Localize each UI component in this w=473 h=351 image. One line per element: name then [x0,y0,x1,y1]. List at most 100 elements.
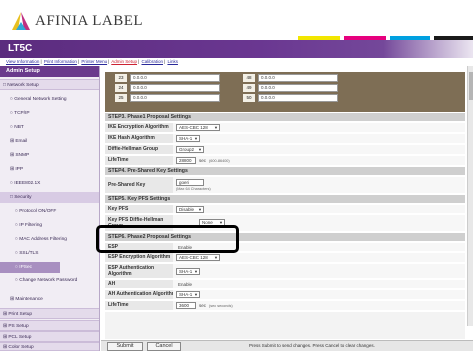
sidebar-item-color-setup[interactable]: ⊞ Color Setup [0,342,99,351]
lifetime-range-note: (600-86400) [209,159,230,163]
sidebar-item-snmp[interactable]: ⊞ SNMP [0,150,99,161]
sidebar-item-pcl-setup[interactable]: ⊞ PCL Setup [0,331,99,342]
section-step5: STEP5. Key PFS Settings [105,195,465,204]
link-view-information[interactable]: View Information [6,59,39,64]
row-number: 49 [243,84,255,92]
sidebar-item-ieee8021x[interactable]: ○ IEEE802.1X [0,178,99,189]
lifetime-input[interactable]: 28800 [176,157,196,164]
setting-esp-authentication: ESP Authentication Algorithm SHA-1 ▼ [105,264,465,279]
row-number: 23 [115,74,127,82]
setting-pre-shared-key: Pre-Shared Key goeri (Max 64 Characters) [105,177,465,194]
chevron-down-icon: ▼ [198,207,202,212]
sidebar-item-print-setup[interactable]: ⊞ Print Setup [0,308,99,319]
section-step4: STEP4. Pre-Shared Key Settings [105,167,465,176]
esp-encryption-label: ESP Encryption Algorithm [108,254,171,260]
row-number: 25 [115,94,127,102]
sidebar-item-tcpip[interactable]: ○ TCP/IP [0,108,99,119]
ah-authentication-label: AH Authentication Algorithm [108,291,177,297]
ip-address-field[interactable]: 0.0.0.0 [258,84,338,92]
chevron-down-icon: ▼ [194,136,198,141]
ip-address-field[interactable]: 0.0.0.0 [130,94,220,102]
main-content: 23 0.0.0.0 48 0.0.0.0 24 0.0.0.0 49 0.0.… [101,66,473,351]
chevron-down-icon: ▼ [194,292,198,297]
setting-ike-hash: IKE Hash Algorithm SHA-1 ▼ [105,134,465,144]
key-pfs-label: Key PFS [108,206,129,212]
pre-shared-key-input[interactable]: goeri [176,179,204,186]
page-header: AFINIA LABEL [0,0,473,40]
sidebar-item-ip-filtering[interactable]: ○ IP Filtering [0,220,99,231]
sidebar-item-ipp[interactable]: ⊞ IPP [0,164,99,175]
esp-encryption-select[interactable]: AES-CBC 128 ▼ [176,254,220,261]
lifetime-label: LifeTime [108,157,129,163]
sidebar-item-protocol-onoff[interactable]: ○ Protocol ON/OFF [0,206,99,217]
sidebar-item-security[interactable]: □ Security [0,192,99,203]
window-title: LT5C [8,43,33,54]
chevron-down-icon: ▼ [214,255,218,260]
logo-text: AFINIA LABEL [35,12,144,29]
ip-address-field[interactable]: 0.0.0.0 [130,74,220,82]
lifetime-label: LifeTime [108,302,129,308]
ike-hash-select[interactable]: SHA-1 ▼ [176,135,200,142]
row-number: 48 [243,74,255,82]
dh-group-select[interactable]: Group2 ▼ [176,146,204,153]
link-links[interactable]: Links [167,59,178,64]
cancel-button[interactable]: Cancel [147,342,181,351]
sidebar: Admin Setup □ Network Setup ○ General Ne… [0,66,100,351]
dh-group-label: Diffie-Hellman Group [108,146,159,152]
main-scrollbar[interactable] [467,66,473,326]
esp-authentication-label: ESP Authentication Algorithm [108,265,155,277]
link-admin-setup[interactable]: Admin Setup [111,59,137,64]
chevron-down-icon: ▼ [194,269,198,274]
chevron-down-icon: ▼ [214,125,218,130]
ah-authentication-select[interactable]: SHA-1 ▼ [176,291,200,298]
sidebar-item-ipsec[interactable]: ○ IPSec [0,262,60,273]
ah-label: AH [108,281,116,287]
setting-lifetime-2: LifeTime 3600 sec (sec seconds) [105,301,465,311]
ip-address-field[interactable]: 0.0.0.0 [258,94,338,102]
scrollbar-thumb[interactable] [469,72,473,100]
ip-address-table: 23 0.0.0.0 48 0.0.0.0 24 0.0.0.0 49 0.0.… [105,72,465,112]
sidebar-item-network-setup[interactable]: □ Network Setup [0,79,99,90]
sidebar-item-ssl-tls[interactable]: ○ SSL/TLS [0,248,99,259]
pre-shared-key-note: (Max 64 Characters) [176,187,211,191]
submit-button[interactable]: Submit [107,342,143,351]
sidebar-item-ps-setup[interactable]: ⊞ PS Setup [0,320,99,331]
table-row: 23 0.0.0.0 48 0.0.0.0 [105,73,465,83]
ike-encryption-label: IKE Encryption Algorithm [108,124,169,130]
highlight-box [96,225,239,253]
setting-dh-group: Diffie-Hellman Group Group2 ▼ [105,145,465,155]
table-row: 25 0.0.0.0 50 0.0.0.0 [105,93,465,103]
key-pfs-select[interactable]: Disable ▼ [176,206,204,213]
sidebar-item-email[interactable]: ⊞ Email [0,136,99,147]
afinia-logo: AFINIA LABEL [10,9,143,33]
setting-ah-authentication: AH Authentication Algorithm SHA-1 ▼ [105,290,465,300]
esp-authentication-select[interactable]: SHA-1 ▼ [176,268,200,275]
ip-address-field[interactable]: 0.0.0.0 [130,84,220,92]
ip-address-field[interactable]: 0.0.0.0 [258,74,338,82]
setting-key-pfs: Key PFS Disable ▼ [105,205,465,214]
setting-ah: AH Enable [105,280,465,289]
ah-value: Enable [178,282,193,287]
sidebar-item-maintenance[interactable]: ⊞ Maintenance [0,294,99,305]
chevron-down-icon: ▼ [198,147,202,152]
sidebar-item-nbt[interactable]: ○ NBT [0,122,99,133]
link-printer-menu[interactable]: Printer Menu [81,59,107,64]
lifetime-range-note: (sec seconds) [209,304,233,308]
sidebar-item-mac-address-filtering[interactable]: ○ MAC Address Filtering [0,234,99,245]
setting-ike-encryption: IKE Encryption Algorithm AES-CBC 128 ▼ [105,123,465,133]
link-calibration[interactable]: Calibration [141,59,163,64]
setting-esp-encryption: ESP Encryption Algorithm AES-CBC 128 ▼ [105,253,465,263]
ike-encryption-select[interactable]: AES-CBC 128 ▼ [176,124,220,131]
ike-hash-label: IKE Hash Algorithm [108,135,155,141]
link-print-information[interactable]: Print Information [44,59,77,64]
sidebar-item-change-network-password[interactable]: ○ Change Network Password [0,276,85,292]
instruction-message: Press Submit to send changes. Press Canc… [249,343,375,348]
afinia-logo-mark-icon [10,10,32,32]
title-bar: LT5C [0,40,473,58]
setting-lifetime-1: LifeTime 28800 sec (600-86400) [105,156,465,166]
sidebar-item-general-network-setting[interactable]: ○ General Network Setting [0,94,99,105]
lifetime-input[interactable]: 3600 [176,302,196,309]
top-nav-links: View Information| Print Information| Pri… [6,59,178,64]
lifetime-unit: sec [199,158,207,163]
row-number: 24 [115,84,127,92]
